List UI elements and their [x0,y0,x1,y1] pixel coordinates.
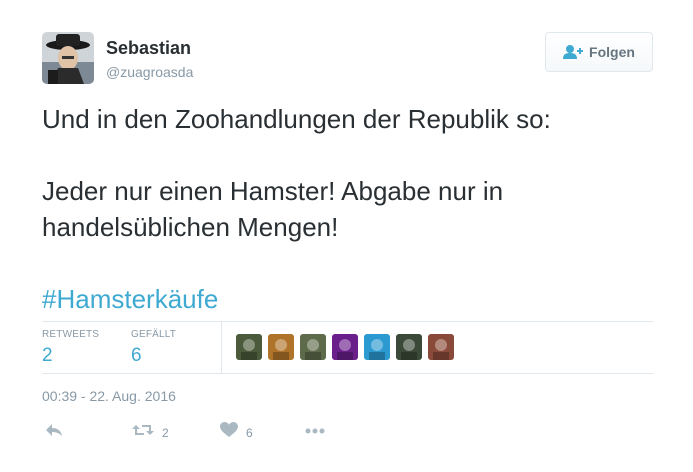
tweet-line-2: Jeder nur einen Hamster! Abgabe nur in [42,176,504,206]
retweets-stat[interactable]: RETWEETS 2 [42,329,99,368]
liker-avatar-5[interactable] [364,334,390,360]
reply-button[interactable] [44,422,64,443]
retweets-count: 2 [42,345,53,366]
more-icon [304,422,326,443]
like-button[interactable]: 6 [220,422,253,443]
likers-avatars [236,334,454,360]
retweet-button[interactable]: 2 [132,422,169,443]
tweet-timestamp[interactable]: 00:39 - 22. Aug. 2016 [42,388,176,404]
tweet-line-1: Und in den Zoohandlungen der Republik so… [42,104,551,134]
stats-divider [221,322,222,373]
liker-avatar-3[interactable] [300,334,326,360]
follow-user-icon [563,44,584,60]
liker-avatar-2[interactable] [268,334,294,360]
user-name[interactable]: Sebastian [106,38,191,58]
heart-icon [220,422,238,443]
hashtag-link[interactable]: #Hamsterkäufe [42,284,218,314]
more-button[interactable] [304,422,326,443]
liker-avatar-7[interactable] [428,334,454,360]
tweet-card: Sebastian @zuagroasda Folgen Und in den … [0,0,693,472]
liker-avatar-1[interactable] [236,334,262,360]
liker-avatar-6[interactable] [396,334,422,360]
like-count: 6 [246,425,253,440]
retweets-label: RETWEETS [42,329,100,340]
likes-label: GEFÄLLT [131,329,177,340]
user-handle[interactable]: @zuagroasda [106,63,193,81]
retweet-icon [132,422,154,443]
follow-button[interactable]: Folgen [545,32,653,72]
likes-stat[interactable]: GEFÄLLT 6 [131,329,176,368]
likes-count: 6 [131,345,142,366]
reply-icon [44,422,64,443]
tweet-stats: RETWEETS 2 GEFÄLLT 6 [42,321,653,374]
tweet-text: Und in den Zoohandlungen der Republik so… [42,101,662,317]
follow-button-label: Folgen [589,44,635,60]
user-avatar[interactable] [42,32,94,84]
tweet-line-3: handelsüblichen Mengen! [42,212,339,242]
liker-avatar-4[interactable] [332,334,358,360]
retweet-count: 2 [162,425,169,440]
